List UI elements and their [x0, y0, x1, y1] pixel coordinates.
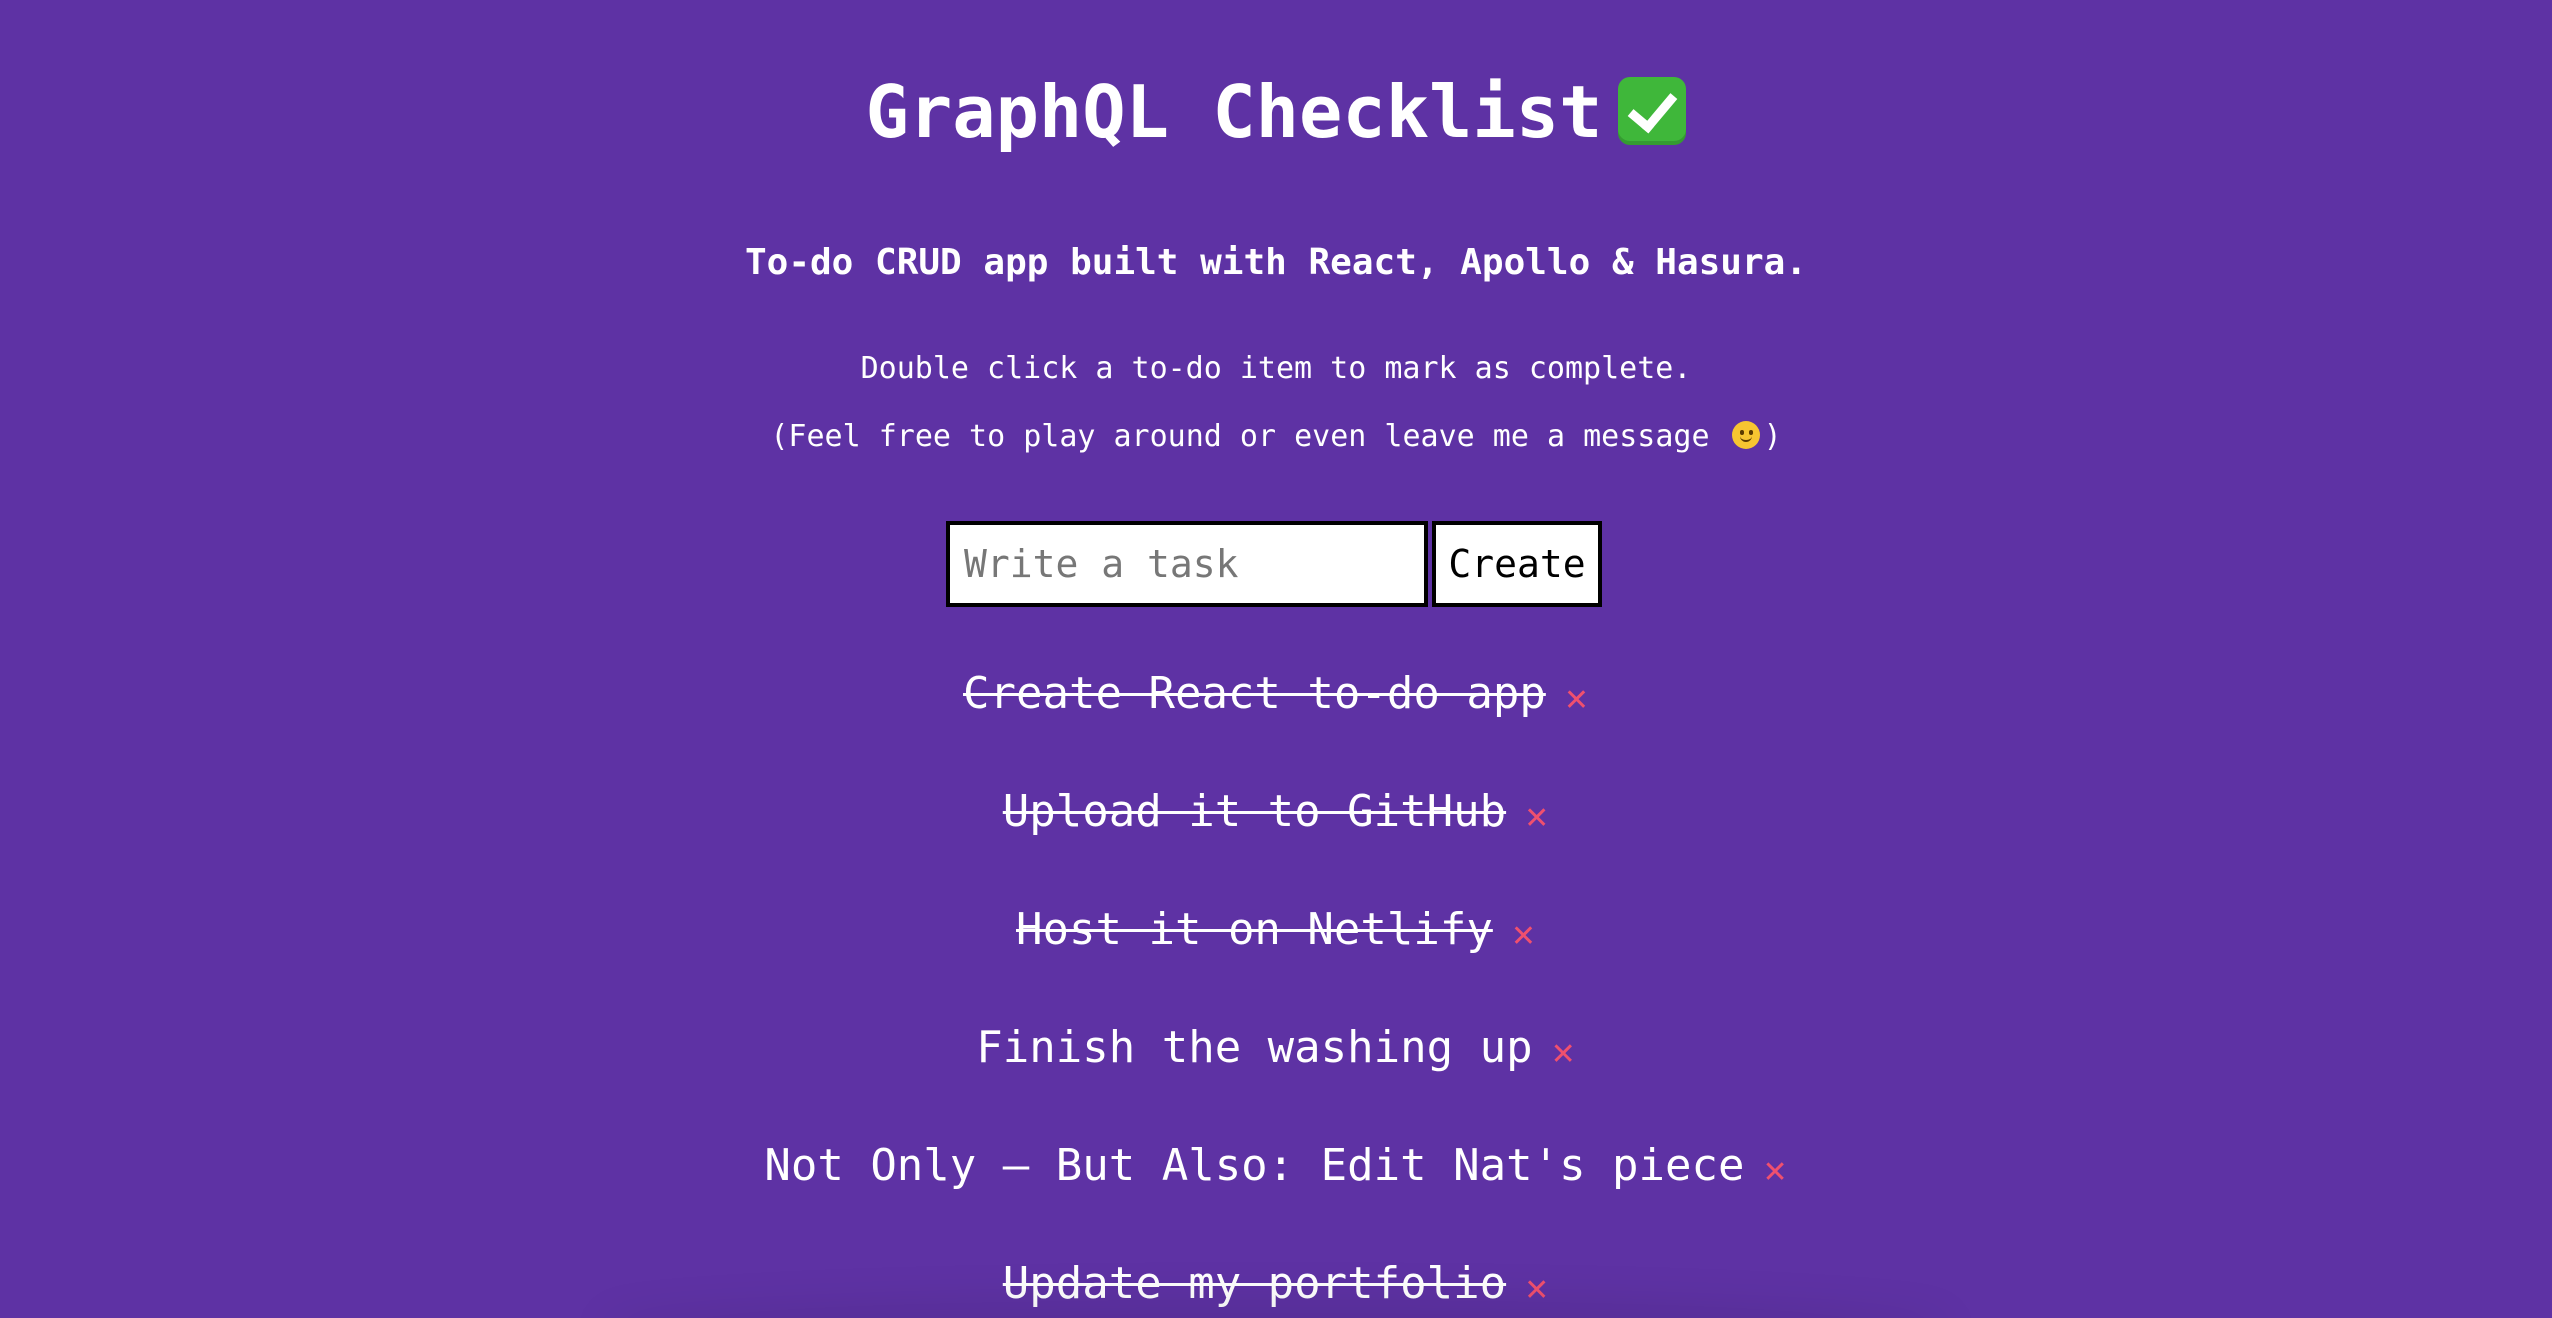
todo-text[interactable]: Create React to-do app: [963, 668, 1546, 719]
todo-item[interactable]: Not Only — But Also: Edit Nat's piece ✕: [0, 1130, 2552, 1248]
check-mark-icon: [1618, 77, 1687, 145]
create-todo-form: Create: [946, 521, 1602, 607]
todo-item[interactable]: Upload it to GitHub ✕: [0, 776, 2552, 894]
page-subtitle: To-do CRUD app built with React, Apollo …: [744, 242, 1808, 283]
delete-todo-icon[interactable]: ✕: [1551, 1037, 1576, 1072]
create-button[interactable]: Create: [1432, 521, 1602, 607]
todo-item[interactable]: Host it on Netlify ✕: [0, 894, 2552, 1012]
todo-item[interactable]: Create React to-do app ✕: [0, 658, 2552, 776]
instructions-text: Double click a to-do item to mark as com…: [860, 351, 1692, 386]
message-invite-text: (Feel free to play around or even leave …: [0, 416, 2552, 458]
page-title-text: GraphQL Checklist: [865, 70, 1603, 154]
smiley-face-icon: [1731, 421, 1760, 449]
delete-todo-icon[interactable]: ✕: [1763, 1155, 1788, 1190]
todo-text[interactable]: Host it on Netlify: [1016, 904, 1493, 955]
todo-list: Create React to-do app ✕ Upload it to GitH…: [0, 658, 2552, 1318]
message-invite-text-end: ): [1763, 419, 1782, 454]
todo-text[interactable]: Upload it to GitHub: [1003, 786, 1506, 837]
todo-item[interactable]: Finish the washing up ✕: [0, 1012, 2552, 1130]
todo-text[interactable]: Not Only — But Also: Edit Nat's piece: [764, 1140, 1744, 1191]
task-input[interactable]: [946, 521, 1428, 607]
checklist-page: GraphQL Checklist To-do CRUD app built w…: [0, 0, 2552, 1318]
delete-todo-icon[interactable]: ✕: [1524, 801, 1549, 836]
delete-todo-icon[interactable]: ✕: [1511, 919, 1536, 954]
todo-text[interactable]: Finish the washing up: [976, 1022, 1532, 1073]
delete-todo-icon[interactable]: ✕: [1564, 683, 1589, 718]
page-title: GraphQL Checklist: [0, 62, 2552, 162]
message-invite-text-start: (Feel free to play around or even leave …: [770, 419, 1710, 454]
